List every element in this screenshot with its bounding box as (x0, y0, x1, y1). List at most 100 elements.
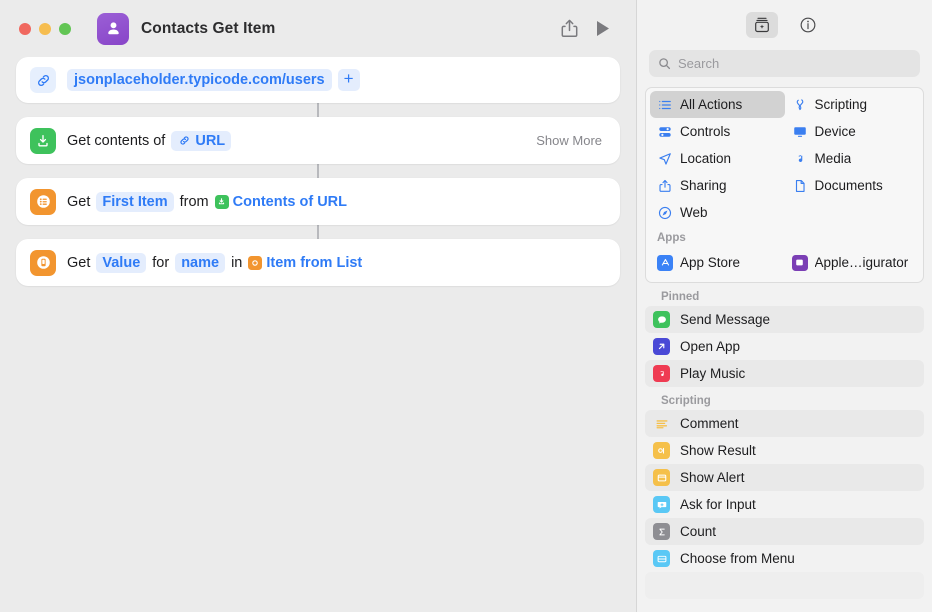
download-icon (215, 195, 229, 209)
list-item-label: Count (680, 524, 716, 539)
category-label: Documents (815, 178, 883, 193)
contents-of-url-token[interactable]: Contents of URL (215, 192, 347, 212)
item-index-token[interactable]: First Item (96, 192, 173, 212)
list-item-label: Choose from Menu (680, 551, 795, 566)
list-item[interactable]: Play Music (645, 360, 924, 387)
apps-section-header: Apps (646, 226, 923, 246)
app-label: App Store (680, 255, 740, 270)
list-icon (30, 189, 56, 215)
search-icon (658, 57, 671, 70)
list-item[interactable] (645, 572, 924, 599)
category-all-actions[interactable]: All Actions (650, 91, 785, 118)
value-token[interactable]: Value (96, 253, 146, 273)
list-item-label: Show Alert (680, 470, 745, 485)
categories-grid: All Actions Scripting (646, 88, 923, 226)
action-label-prefix: Get (67, 255, 90, 271)
list-item-icon (248, 256, 262, 270)
category-controls[interactable]: Controls (650, 118, 785, 145)
list-item-label: Play Music (680, 366, 745, 381)
share-icon (657, 178, 673, 194)
link-icon (177, 134, 191, 148)
shortcuts-window: Contacts Get Item (0, 0, 932, 612)
info-icon[interactable] (792, 12, 824, 38)
action-card-get-dictionary-value[interactable]: Get Value for name in Item from List (16, 239, 620, 286)
close-button[interactable] (19, 23, 31, 35)
key-name-token[interactable]: name (175, 253, 225, 273)
controls-icon (657, 124, 673, 140)
share-icon[interactable] (552, 14, 586, 44)
item-from-list-token[interactable]: Item from List (248, 253, 362, 273)
list-item-label: Comment (680, 416, 739, 431)
sidebar-toolbar (637, 0, 932, 50)
app-item-calculator[interactable]: Calculator (785, 276, 920, 283)
list-item-label: Ask for Input (680, 497, 756, 512)
action-card-get-contents-of-url[interactable]: Get contents of URL Show More (16, 117, 620, 164)
scripting-section-header: Scripting (645, 387, 924, 410)
web-compass-icon (657, 205, 673, 221)
list-item[interactable]: Ask for Input (645, 491, 924, 518)
list-item[interactable]: Choose from Menu (645, 545, 924, 572)
shortcut-editor-pane: Contacts Get Item (0, 0, 636, 612)
action-connector (16, 103, 620, 117)
category-label: Media (815, 151, 852, 166)
list-item-label: Send Message (680, 312, 770, 327)
contacts-person-icon (97, 13, 129, 45)
action-label-mid-1: for (152, 255, 169, 271)
url-value-field[interactable]: jsonplaceholder.typicode.com/users (67, 69, 332, 91)
category-location[interactable]: Location (650, 145, 785, 172)
contents-of-url-label: Contents of URL (233, 194, 347, 210)
menu-icon (653, 550, 670, 567)
open-app-icon (653, 338, 670, 355)
action-library-icon[interactable] (746, 12, 778, 38)
scripting-icon (792, 97, 808, 113)
zoom-button[interactable] (59, 23, 71, 35)
library-list[interactable]: Pinned Send Message Open App (637, 283, 932, 612)
category-documents[interactable]: Documents (785, 172, 920, 199)
list-item[interactable]: Count (645, 518, 924, 545)
categories-panel: All Actions Scripting (645, 87, 924, 283)
list-item[interactable]: Show Result (645, 437, 924, 464)
search-field[interactable] (649, 50, 920, 77)
list-item-label: Show Result (680, 443, 756, 458)
document-icon (792, 178, 808, 194)
app-item-books[interactable]: Books (650, 276, 785, 283)
action-label-prefix: Get (67, 194, 90, 210)
action-card-url[interactable]: jsonplaceholder.typicode.com/users + (16, 57, 620, 103)
message-icon (653, 311, 670, 328)
category-web[interactable]: Web (650, 199, 785, 226)
comment-icon (653, 415, 670, 432)
media-note-icon (792, 151, 808, 167)
list-item[interactable]: Send Message (645, 306, 924, 333)
search-input[interactable] (678, 56, 911, 71)
workflow-canvas: jsonplaceholder.typicode.com/users + Get… (0, 57, 636, 612)
ask-input-icon (653, 496, 670, 513)
minimize-button[interactable] (39, 23, 51, 35)
show-alert-icon (653, 469, 670, 486)
list-item-label: Open App (680, 339, 740, 354)
action-card-get-item-from-list[interactable]: Get First Item from Contents of URL (16, 178, 620, 225)
add-url-button[interactable]: + (338, 69, 360, 91)
page-title: Contacts Get Item (141, 20, 275, 38)
action-label-mid: from (180, 194, 209, 210)
list-item[interactable]: Comment (645, 410, 924, 437)
url-token[interactable]: URL (171, 131, 231, 151)
app-item-apple-configurator[interactable]: Apple…igurator (785, 249, 920, 276)
app-item-app-store[interactable]: App Store (650, 249, 785, 276)
music-icon (653, 365, 670, 382)
play-icon[interactable] (586, 14, 620, 44)
category-media[interactable]: Media (785, 145, 920, 172)
list-item[interactable]: Open App (645, 333, 924, 360)
category-device[interactable]: Device (785, 118, 920, 145)
category-label: Web (680, 205, 708, 220)
category-scripting[interactable]: Scripting (785, 91, 920, 118)
download-icon (30, 128, 56, 154)
list-bullet-icon (657, 97, 673, 113)
category-sharing[interactable]: Sharing (650, 172, 785, 199)
list-item[interactable]: Show Alert (645, 464, 924, 491)
show-more-button[interactable]: Show More (536, 133, 606, 148)
category-label: Sharing (680, 178, 727, 193)
device-icon (792, 124, 808, 140)
pinned-section-header: Pinned (645, 283, 924, 306)
count-sigma-icon (653, 523, 670, 540)
category-label: Device (815, 124, 856, 139)
